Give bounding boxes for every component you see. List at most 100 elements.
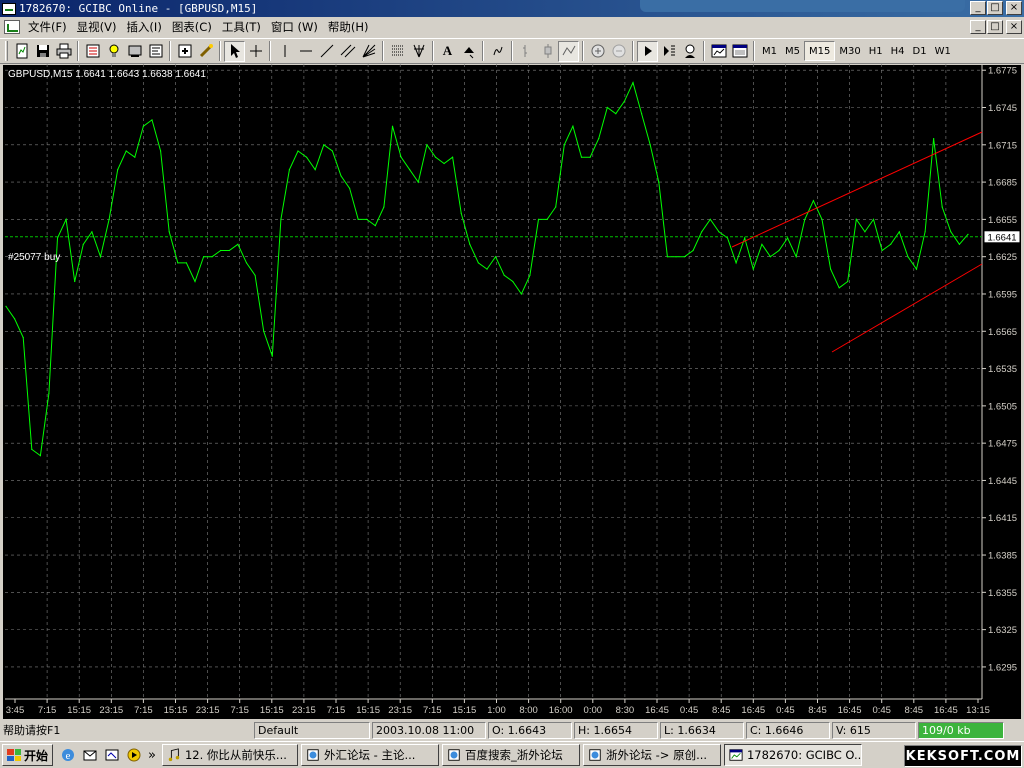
menu-charts[interactable]: 图表(C) <box>170 19 220 35</box>
price-point <box>142 125 144 127</box>
data-window-icon[interactable] <box>103 41 124 62</box>
print-icon[interactable] <box>53 41 74 62</box>
media-icon[interactable] <box>126 747 142 763</box>
line-chart-icon[interactable] <box>558 40 579 62</box>
chart-shift-icon[interactable] <box>658 41 679 62</box>
timeframe-m5[interactable]: M5 <box>781 41 804 61</box>
navigator-icon[interactable] <box>124 41 145 62</box>
fibonacci-icon[interactable] <box>387 41 408 62</box>
templates-icon[interactable] <box>729 41 750 62</box>
price-point <box>898 231 900 233</box>
time-tick-label: 7:15 <box>423 705 442 716</box>
timeframe-m30[interactable]: M30 <box>835 41 864 61</box>
price-point <box>357 218 359 220</box>
taskbar: 开始 e » 12. 你比从前快乐... 外汇论坛 - 主论... 百度搜索_浙… <box>0 741 1024 768</box>
close-button[interactable]: × <box>1006 1 1022 15</box>
price-tick-label: 1.6715 <box>988 140 1017 151</box>
timeframe-h1[interactable]: H1 <box>865 41 887 61</box>
toolbar-grip[interactable] <box>5 41 8 61</box>
zoom-out-icon[interactable] <box>608 41 629 62</box>
time-tick-label: 23:15 <box>388 705 412 716</box>
expert-advisor-icon[interactable] <box>195 41 216 62</box>
timeframe-w1[interactable]: W1 <box>931 41 955 61</box>
price-point <box>855 218 857 220</box>
fibo-fan-icon[interactable] <box>408 41 429 62</box>
menu-window[interactable]: 窗口 (W) <box>269 19 326 35</box>
chart-document-icon[interactable] <box>4 20 20 34</box>
doc-minimize-button[interactable]: _ <box>970 20 986 34</box>
expert-smiley-icon[interactable] <box>679 41 700 62</box>
toolbar-separator <box>511 41 513 61</box>
menu-view[interactable]: 显视(V) <box>75 19 125 35</box>
doc-close-button[interactable]: × <box>1006 20 1022 34</box>
trendline-icon[interactable] <box>316 41 337 62</box>
status-profile[interactable]: Default <box>254 721 370 739</box>
periodicity-icon[interactable] <box>487 41 508 62</box>
menu-tools[interactable]: 工具(T) <box>220 19 269 35</box>
price-point <box>632 82 634 84</box>
price-tick-label: 1.6625 <box>988 252 1017 263</box>
task-button-terminal[interactable]: 1782670: GCIBC O... <box>723 744 862 766</box>
music-icon <box>168 748 180 762</box>
doc-restore-button[interactable]: □ <box>987 20 1003 34</box>
quick-launch-more[interactable]: » <box>148 748 156 763</box>
zoom-in-icon[interactable] <box>587 41 608 62</box>
market-watch-icon[interactable] <box>82 41 103 62</box>
price-tick-label: 1.6295 <box>988 662 1017 673</box>
time-tick-label: 15:15 <box>453 705 477 716</box>
task-button-music[interactable]: 12. 你比从前快乐... <box>161 744 298 766</box>
crosshair-icon[interactable] <box>245 41 266 62</box>
new-chart-icon[interactable] <box>11 41 32 62</box>
gann-fan-icon[interactable] <box>358 41 379 62</box>
arrow-marker-icon[interactable] <box>458 41 479 62</box>
minimize-button[interactable]: _ <box>970 1 986 15</box>
cursor-arrow-icon[interactable] <box>224 40 245 62</box>
outlook-icon[interactable] <box>82 747 98 763</box>
timeframe-d1[interactable]: D1 <box>909 41 931 61</box>
candlestick-icon[interactable] <box>537 41 558 62</box>
price-point <box>374 225 376 227</box>
price-tick-label: 1.6775 <box>988 66 1017 77</box>
price-point <box>74 280 76 283</box>
task-button-baidu[interactable]: 百度搜索_浙外论坛 <box>441 744 580 766</box>
start-button[interactable]: 开始 <box>2 744 54 766</box>
internet-explorer-icon[interactable]: e <box>60 747 76 763</box>
price-point <box>237 243 239 245</box>
channel-icon[interactable] <box>337 41 358 62</box>
price-point <box>950 231 952 233</box>
task-button-forum[interactable]: 外汇论坛 - 主论... <box>300 744 439 766</box>
price-point <box>434 156 437 158</box>
timeframe-m15[interactable]: M15 <box>804 41 836 61</box>
price-point <box>512 280 514 283</box>
new-order-icon[interactable] <box>174 41 195 62</box>
time-tick-label: 0:45 <box>776 705 795 716</box>
toolbar-separator <box>269 41 271 61</box>
menu-insert[interactable]: 插入(I) <box>124 19 169 35</box>
connection-status[interactable]: 109/0 kb <box>918 721 1004 739</box>
status-close: C: 1.6646 <box>746 721 830 739</box>
timeframe-h4[interactable]: H4 <box>887 41 909 61</box>
window-title: 1782670: GCIBC Online - [GBPUSD,M15] <box>19 2 258 15</box>
app-icon[interactable] <box>2 2 16 15</box>
bar-chart-icon[interactable] <box>516 41 537 62</box>
auto-scroll-icon[interactable] <box>637 40 658 62</box>
text-tool-button[interactable]: A <box>437 41 458 62</box>
terminal-icon[interactable] <box>145 41 166 62</box>
time-tick-label: 15:15 <box>164 705 188 716</box>
indicators-icon[interactable] <box>708 41 729 62</box>
menu-help[interactable]: 帮助(H) <box>326 19 377 35</box>
timeframe-m1[interactable]: M1 <box>758 41 781 61</box>
save-icon[interactable] <box>32 41 53 62</box>
maximize-button[interactable]: □ <box>987 1 1003 15</box>
show-desktop-icon[interactable] <box>104 747 120 763</box>
menu-file[interactable]: 文件(F) <box>26 19 75 35</box>
task-button-original[interactable]: 浙外论坛 -> 原创... <box>582 744 721 766</box>
time-tick-label: 8:00 <box>519 705 538 716</box>
vertical-line-icon[interactable] <box>274 41 295 62</box>
price-chart[interactable]: 1.6775 1.6745 1.6715 1.6685 1.6655 1.6625 1.65… <box>0 64 1024 720</box>
task-label: 外汇论坛 - 主论... <box>323 748 416 762</box>
time-tick-label: 15:15 <box>67 705 91 716</box>
horizontal-line-icon[interactable] <box>295 41 316 62</box>
toolbar-separator <box>482 41 484 61</box>
price-point <box>563 144 565 146</box>
